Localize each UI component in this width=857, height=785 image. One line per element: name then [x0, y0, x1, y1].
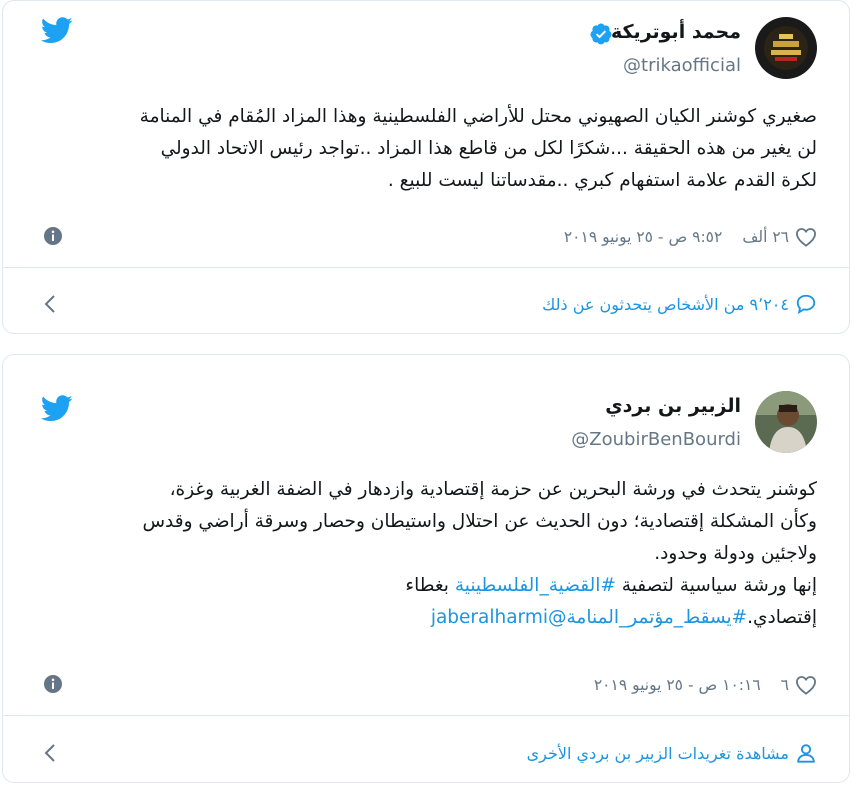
- tweet-text: صغيري كوشنر الكيان الصهيوني محتل للأراضي…: [33, 101, 817, 197]
- comment-icon: [796, 294, 816, 315]
- tweet-card[interactable]: محمد أبوتريكة @trikaofficial صغيري كوشنر…: [2, 0, 850, 334]
- tweet-text-line: إنها ورشة سياسية لتصفية #القضية_الفلسطين…: [33, 570, 817, 602]
- mention-link[interactable]: @jaberalharmi: [431, 607, 567, 628]
- divider: [3, 715, 849, 716]
- tweet-meta: ٢٦ ألف ٩:٥٢ ص - ٢٥ يونيو ٢٠١٩: [33, 224, 817, 250]
- twitter-bird-icon[interactable]: [41, 17, 73, 44]
- avatar[interactable]: [755, 17, 817, 79]
- author-name[interactable]: الزبير بن بردي: [605, 395, 741, 417]
- chevron-left-icon[interactable]: [43, 742, 57, 764]
- more-tweets-text[interactable]: مشاهدة تغريدات الزبير بن بردي الأخرى: [527, 744, 789, 763]
- info-icon[interactable]: [43, 226, 63, 246]
- info-icon[interactable]: [43, 674, 63, 694]
- heart-icon[interactable]: [795, 675, 817, 695]
- author-handle[interactable]: @ZoubirBenBourdi: [571, 429, 741, 450]
- tweet-text: كوشنر يتحدث في ورشة البحرين عن حزمة إقتص…: [33, 474, 817, 634]
- hashtag-link[interactable]: #يسقط_مؤتمر_المنامة: [567, 607, 748, 628]
- tweet-text-line: كوشنر يتحدث في ورشة البحرين عن حزمة إقتص…: [169, 479, 817, 500]
- conversation-link[interactable]: ٩٬٢٠٤ من الأشخاص يتحدثون عن ذلك: [33, 289, 817, 319]
- timestamp[interactable]: ٩:٥٢ ص - ٢٥ يونيو ٢٠١٩: [564, 228, 722, 246]
- author-name[interactable]: محمد أبوتريكة: [611, 21, 741, 43]
- tweet-text-line: ولاجئين ودولة وحدود.: [654, 543, 817, 564]
- like-count[interactable]: ٦: [781, 676, 789, 694]
- tweet-text-line: لكرة القدم علامة استفهام كبري ..مقدساتنا…: [387, 170, 817, 191]
- person-icon: [797, 744, 815, 763]
- more-tweets-link[interactable]: مشاهدة تغريدات الزبير بن بردي الأخرى: [33, 738, 817, 768]
- timestamp[interactable]: ١٠:١٦ ص - ٢٥ يونيو ٢٠١٩: [594, 676, 761, 694]
- twitter-bird-icon[interactable]: [41, 395, 73, 422]
- author-handle[interactable]: @trikaofficial: [623, 55, 741, 76]
- tweet-text-line: إقتصادي.#يسقط_مؤتمر_المنامة@jaberalharmi: [33, 602, 817, 634]
- hashtag-link[interactable]: #القضية_الفلسطينية: [455, 575, 616, 596]
- verified-badge-icon: [590, 23, 612, 45]
- chevron-left-icon[interactable]: [43, 293, 57, 315]
- tweet-text-line: صغيري كوشنر الكيان الصهيوني محتل للأراضي…: [139, 106, 817, 127]
- tweet-text-line: لن يغير من هذه الحقيقة ...شكرًا لكل من ق…: [160, 138, 817, 159]
- heart-icon[interactable]: [795, 227, 817, 247]
- tweet-text-fragment: بغطاء: [405, 575, 455, 596]
- divider: [3, 267, 849, 268]
- tweet-text-line: وكأن المشكلة إقتصادية؛ دون الحديث عن احت…: [142, 511, 817, 532]
- avatar[interactable]: [755, 391, 817, 453]
- like-count[interactable]: ٢٦ ألف: [742, 228, 789, 246]
- tweet-text-fragment: إنها ورشة سياسية لتصفية: [615, 575, 817, 596]
- tweet-card[interactable]: الزبير بن بردي @ZoubirBenBourdi كوشنر يت…: [2, 354, 850, 783]
- tweet-meta: ٦ ١٠:١٦ ص - ٢٥ يونيو ٢٠١٩: [33, 672, 817, 698]
- tweet-text-fragment: إقتصادي.: [747, 607, 817, 628]
- conversation-text[interactable]: ٩٬٢٠٤ من الأشخاص يتحدثون عن ذلك: [542, 295, 789, 314]
